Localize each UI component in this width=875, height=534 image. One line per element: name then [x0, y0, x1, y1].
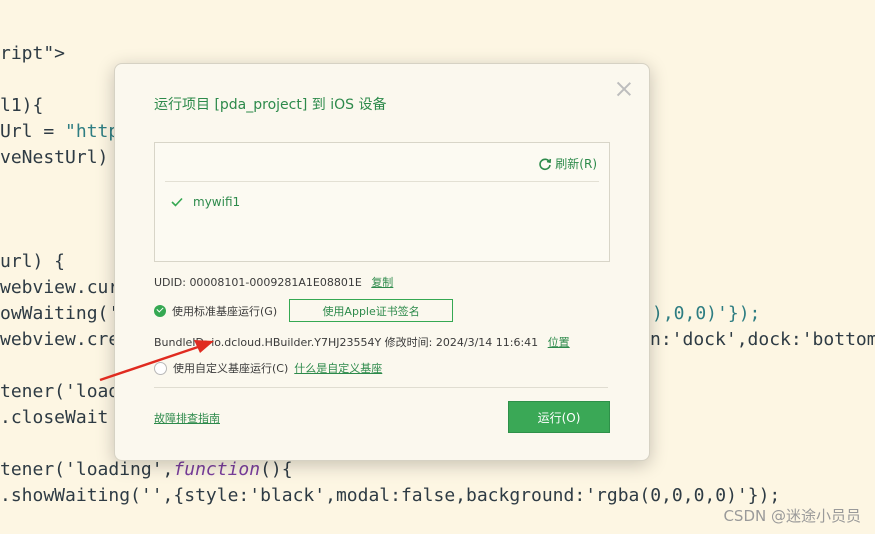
standard-base-label: 使用标准基座运行(G) — [172, 304, 278, 318]
udid-row: UDID: 00008101-0009281A1E08801E 复制 — [154, 274, 393, 290]
code-line: n:'dock',dock:'bottom — [650, 329, 875, 350]
watermark: CSDN @迷途小员员 — [723, 507, 861, 525]
what-is-custom-base-link[interactable]: 什么是自定义基座 — [294, 360, 382, 376]
code-line: l1){ — [0, 95, 44, 116]
apple-cert-sign-button[interactable]: 使用Apple证书签名 — [289, 299, 454, 322]
device-item[interactable]: mywifi1 — [171, 195, 240, 209]
refresh-label: 刷新(R) — [555, 157, 597, 171]
device-name: mywifi1 — [193, 195, 241, 209]
location-link[interactable]: 位置 — [548, 336, 570, 349]
refresh-icon — [539, 157, 552, 170]
code-line: webview.cur — [0, 277, 120, 298]
refresh-button[interactable]: 刷新(R) — [538, 155, 597, 172]
footer-divider — [154, 387, 608, 388]
code-line: tener('loading',function(){ — [0, 459, 293, 480]
code-line: ),0,0)'}); — [652, 303, 761, 324]
run-to-ios-dialog: 运行项目 [pda_project] 到 iOS 设备 刷新(R) mywifi… — [114, 63, 650, 461]
copy-link[interactable]: 复制 — [371, 276, 393, 289]
code-line: url) { — [0, 251, 66, 272]
code-line: .closeWait — [0, 407, 109, 428]
radio-selected-icon[interactable] — [154, 304, 166, 317]
custom-base-option[interactable]: 使用自定义基座运行(C) 什么是自定义基座 — [154, 360, 382, 376]
bundle-id-text: BundleID: io.dcloud.HBuilder.Y7HJ23554Y … — [154, 336, 539, 349]
udid-text: UDID: 00008101-0009281A1E08801E — [154, 276, 362, 289]
dialog-title: 运行项目 [pda_project] 到 iOS 设备 — [154, 97, 387, 113]
divider — [165, 181, 599, 182]
code-line: veNestUrl) — [0, 147, 109, 168]
check-icon — [171, 197, 183, 207]
radio-unselected-icon[interactable] — [154, 361, 167, 375]
standard-base-option[interactable]: 使用标准基座运行(G) 使用Apple证书签名 — [154, 299, 454, 322]
device-list: 刷新(R) mywifi1 — [154, 142, 610, 262]
code-line: tener('load — [0, 381, 120, 402]
close-icon[interactable] — [615, 80, 633, 98]
code-line: .showWaiting('',{style:'black',modal:fal… — [0, 485, 781, 506]
custom-base-label: 使用自定义基座运行(C) — [173, 362, 289, 375]
code-line: webview.cre — [0, 329, 120, 350]
code-line: ript"> — [0, 43, 66, 64]
code-line: owWaiting(' — [0, 303, 120, 324]
troubleshoot-guide-link[interactable]: 故障排查指南 — [154, 410, 220, 426]
run-button[interactable]: 运行(O) — [508, 401, 610, 433]
code-line: Url = "http — [0, 121, 120, 142]
bundle-id-row: BundleID: io.dcloud.HBuilder.Y7HJ23554Y … — [154, 334, 570, 350]
